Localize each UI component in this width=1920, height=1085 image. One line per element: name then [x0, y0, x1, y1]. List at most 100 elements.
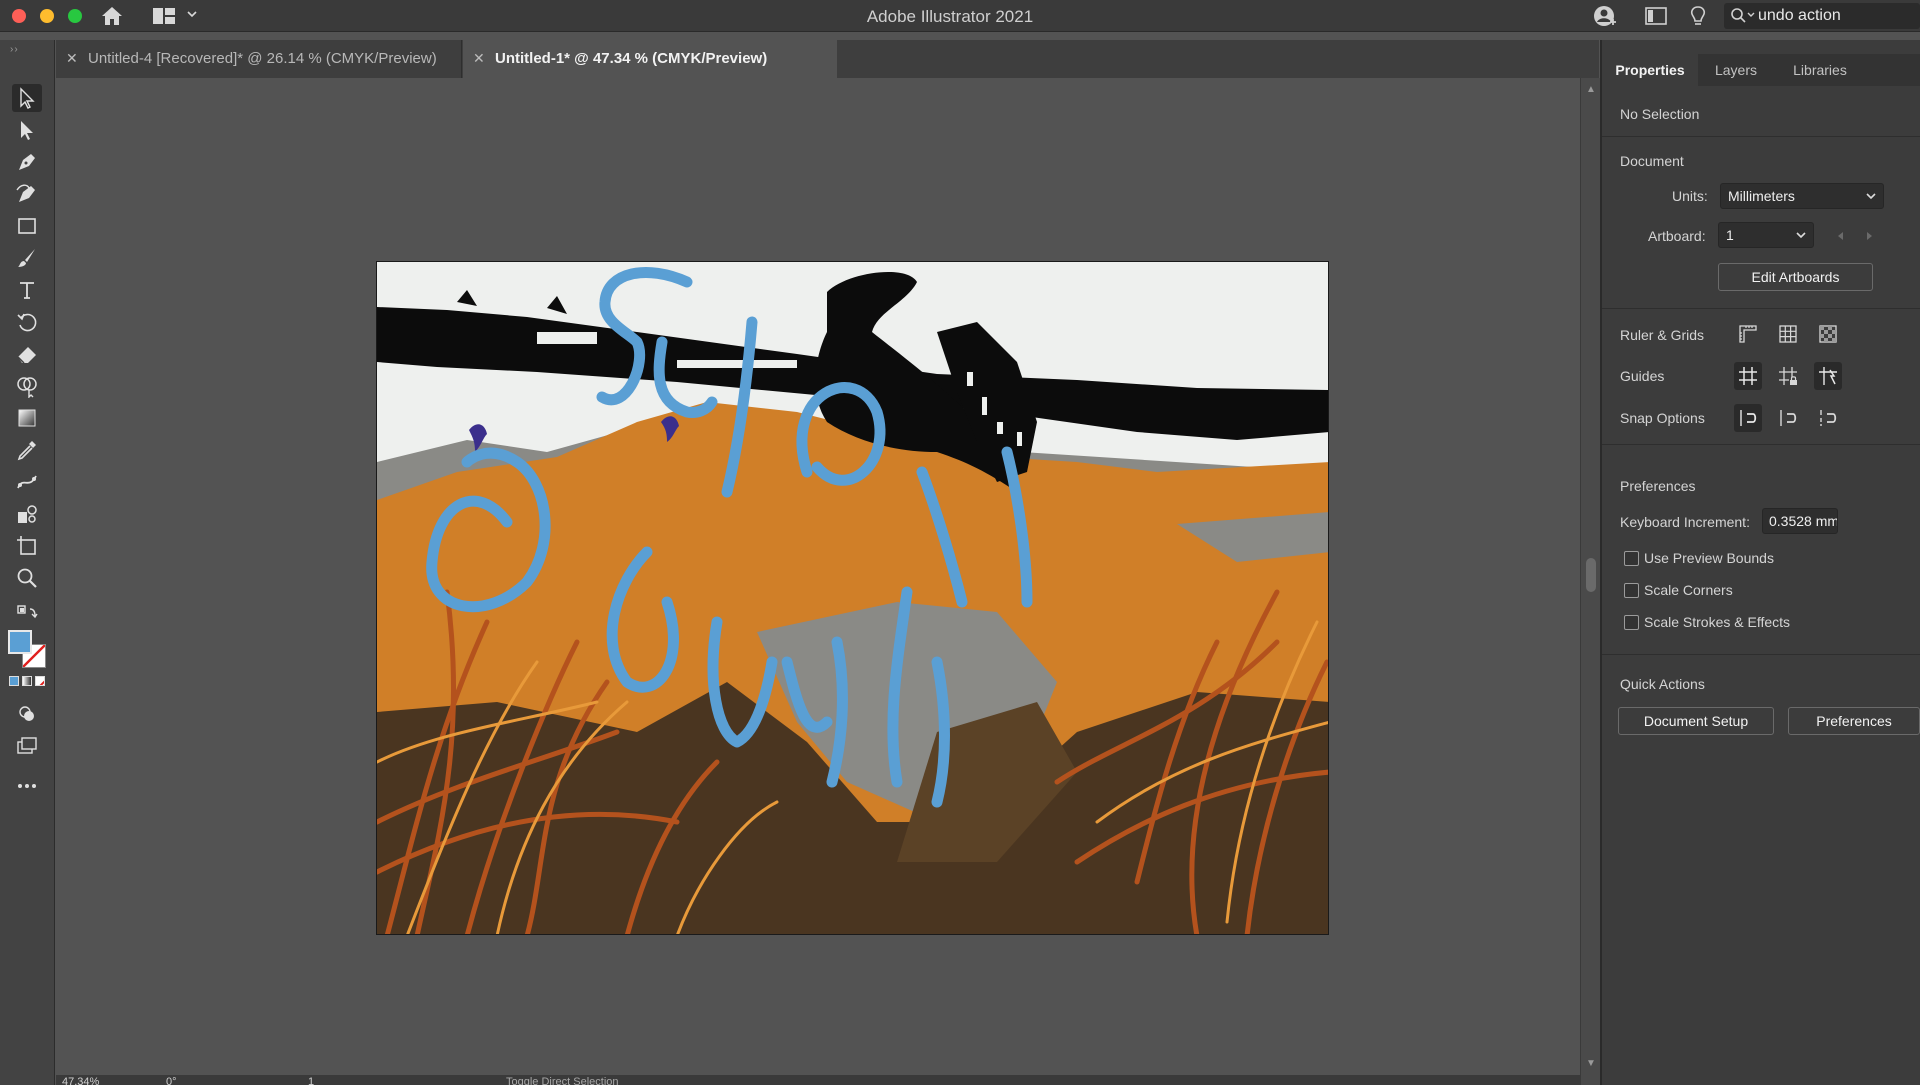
status-bar: 47.34% 0° 1 Toggle Direct Selection: [56, 1075, 1580, 1085]
blend-icon: [17, 475, 37, 489]
tab-libraries[interactable]: Libraries: [1774, 54, 1866, 86]
lock-guides-button[interactable]: [1774, 362, 1802, 390]
tools-panel: ››: [0, 40, 55, 1085]
toolbar-collapse-icon[interactable]: ››: [10, 44, 19, 55]
direct-selection-tool[interactable]: [12, 116, 42, 144]
selection-tool[interactable]: [12, 84, 42, 112]
canvas[interactable]: [56, 78, 1580, 1085]
scroll-down-icon[interactable]: ▼: [1586, 1058, 1596, 1069]
snap-to-glyph-button[interactable]: [1814, 404, 1842, 432]
symbol-sprayer-tool[interactable]: [12, 500, 42, 528]
artboard-dropdown[interactable]: 1: [1718, 222, 1814, 248]
scale-strokes-effects-checkbox[interactable]: [1624, 615, 1639, 630]
properties-panel: Properties Layers Libraries No Selection…: [1600, 40, 1920, 1085]
tab-layers[interactable]: Layers: [1698, 54, 1774, 86]
document-tab-active[interactable]: ✕ Untitled-1* @ 47.34 % (CMYK/Preview): [463, 40, 837, 78]
workspace-switcher-icon[interactable]: [152, 6, 176, 26]
grid-icon: [1779, 325, 1797, 343]
zoom-tool[interactable]: [12, 564, 42, 592]
fill-stroke-swatches[interactable]: [8, 630, 48, 670]
close-window-button[interactable]: [12, 9, 26, 23]
color-mode-buttons[interactable]: [9, 676, 45, 688]
close-tab-icon[interactable]: ✕: [66, 50, 78, 67]
eraser-icon: [17, 347, 36, 364]
title-bar: Adobe Illustrator 2021 undo action: [0, 0, 1920, 32]
quick-actions-heading: Quick Actions: [1620, 676, 1705, 692]
units-dropdown[interactable]: Millimeters: [1720, 183, 1884, 209]
search-value: undo action: [1758, 7, 1841, 24]
rotate-icon: [17, 313, 37, 332]
preferences-button[interactable]: Preferences: [1788, 707, 1920, 735]
home-icon[interactable]: [100, 5, 124, 27]
minimize-window-button[interactable]: [40, 9, 54, 23]
snap-point-icon: [1740, 410, 1757, 426]
zoom-level-field[interactable]: 47.34%: [62, 1076, 99, 1085]
edit-artboards-button[interactable]: Edit Artboards: [1718, 263, 1873, 291]
keyboard-increment-field[interactable]: 0.3528 mm: [1762, 508, 1838, 534]
use-preview-bounds-label: Use Preview Bounds: [1644, 550, 1774, 566]
user-account-icon[interactable]: [1592, 4, 1618, 28]
screen-mode-icon: [17, 737, 37, 754]
document-tab-label: Untitled-1* @ 47.34 % (CMYK/Preview): [495, 50, 768, 67]
artboard-navigation-field[interactable]: 1: [308, 1076, 314, 1085]
keyboard-increment-label: Keyboard Increment:: [1620, 514, 1750, 530]
document-tab-bar: ✕ Untitled-4 [Recovered]* @ 26.14 % (CMY…: [56, 40, 1599, 78]
pen-tool[interactable]: [12, 148, 42, 176]
use-preview-bounds-checkbox[interactable]: [1624, 551, 1639, 566]
eyedropper-icon: [17, 441, 36, 461]
document-setup-button[interactable]: Document Setup: [1618, 707, 1774, 735]
chevron-down-icon: [1796, 232, 1806, 239]
grid-toggle-button[interactable]: [1774, 320, 1802, 348]
artboard[interactable]: [376, 261, 1329, 935]
draw-mode-button[interactable]: [12, 700, 42, 728]
gradient-mode-icon[interactable]: [22, 676, 32, 686]
scale-corners-checkbox[interactable]: [1624, 583, 1639, 598]
scroll-up-icon[interactable]: ▲: [1586, 84, 1596, 95]
curvature-tool[interactable]: [12, 180, 42, 208]
snap-to-point-button[interactable]: [1734, 404, 1762, 432]
document-tab[interactable]: ✕ Untitled-4 [Recovered]* @ 26.14 % (CMY…: [56, 40, 462, 78]
shape-builder-tool[interactable]: [12, 372, 42, 400]
ruler-toggle-button[interactable]: [1734, 320, 1762, 348]
preferences-heading: Preferences: [1620, 478, 1696, 494]
gradient-tool[interactable]: [12, 404, 42, 432]
transparency-grid-button[interactable]: [1814, 320, 1842, 348]
section-divider: [1602, 654, 1920, 655]
screen-mode-button[interactable]: [12, 732, 42, 760]
pen-icon: [19, 154, 35, 170]
close-tab-icon[interactable]: ✕: [473, 50, 485, 67]
rectangle-tool[interactable]: [12, 212, 42, 240]
eraser-tool[interactable]: [12, 340, 42, 368]
chevron-down-icon[interactable]: [186, 8, 198, 20]
search-field[interactable]: undo action: [1724, 3, 1920, 29]
artboard-label: Artboard:: [1648, 228, 1706, 244]
type-tool[interactable]: [12, 276, 42, 304]
smart-guides-button[interactable]: [1814, 362, 1842, 390]
panel-layout-icon[interactable]: [1643, 4, 1669, 28]
scrollbar-thumb[interactable]: [1586, 558, 1596, 592]
blend-tool[interactable]: [12, 468, 42, 496]
next-artboard-icon[interactable]: [1864, 231, 1874, 241]
vertical-scrollbar[interactable]: ▲ ▼: [1580, 78, 1600, 1085]
rotation-field[interactable]: 0°: [166, 1076, 177, 1085]
lightbulb-icon[interactable]: [1685, 4, 1711, 28]
snap-to-pixel-button[interactable]: [1774, 404, 1802, 432]
edit-toolbar-button[interactable]: [12, 772, 42, 800]
rotate-tool[interactable]: [12, 308, 42, 336]
more-icon: [18, 784, 36, 788]
zoom-window-button[interactable]: [68, 9, 82, 23]
color-mode-icon[interactable]: [9, 676, 19, 686]
paintbrush-tool[interactable]: [12, 244, 42, 272]
eyedropper-tool[interactable]: [12, 436, 42, 464]
artboard-value: 1: [1726, 227, 1734, 243]
previous-artboard-icon[interactable]: [1836, 231, 1846, 241]
zoom-icon: [17, 568, 37, 588]
selection-status: No Selection: [1620, 106, 1700, 122]
tab-properties[interactable]: Properties: [1602, 54, 1698, 86]
none-mode-icon[interactable]: [35, 676, 45, 686]
artboard-icon: [17, 536, 36, 555]
show-guides-button[interactable]: [1734, 362, 1762, 390]
swap-fill-stroke-button[interactable]: [12, 600, 42, 628]
fill-swatch[interactable]: [8, 630, 32, 654]
artboard-tool[interactable]: [12, 532, 42, 560]
